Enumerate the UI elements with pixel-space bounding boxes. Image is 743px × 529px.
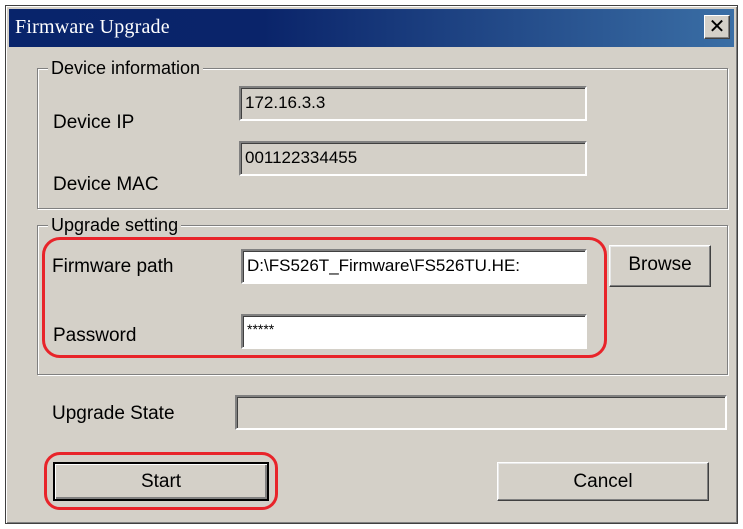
close-icon: ✕ — [708, 14, 726, 38]
firmware-path-label: Firmware path — [52, 256, 174, 277]
device-mac-field: 001122334455 — [239, 141, 587, 176]
window-title: Firmware Upgrade — [15, 16, 170, 38]
password-label: Password — [53, 325, 137, 346]
close-button[interactable]: ✕ — [704, 15, 730, 39]
firmware-upgrade-dialog: Firmware Upgrade ✕ Device information De… — [5, 5, 738, 524]
device-ip-field: 172.16.3.3 — [239, 86, 587, 121]
start-button[interactable]: Start — [53, 462, 269, 501]
upgrade-state-label: Upgrade State — [52, 403, 175, 424]
upgrade-setting-legend: Upgrade setting — [48, 214, 182, 236]
browse-button[interactable]: Browse — [609, 245, 711, 287]
upgrade-state-field — [235, 395, 727, 430]
device-mac-label: Device MAC — [53, 174, 159, 195]
firmware-path-input[interactable]: D:\FS526T_Firmware\FS526TU.HE: — [241, 249, 587, 284]
device-ip-label: Device IP — [53, 112, 135, 133]
title-bar[interactable]: Firmware Upgrade ✕ — [9, 9, 734, 47]
cancel-button[interactable]: Cancel — [497, 462, 709, 501]
password-input[interactable]: ***** — [241, 314, 587, 349]
device-information-legend: Device information — [48, 57, 204, 79]
